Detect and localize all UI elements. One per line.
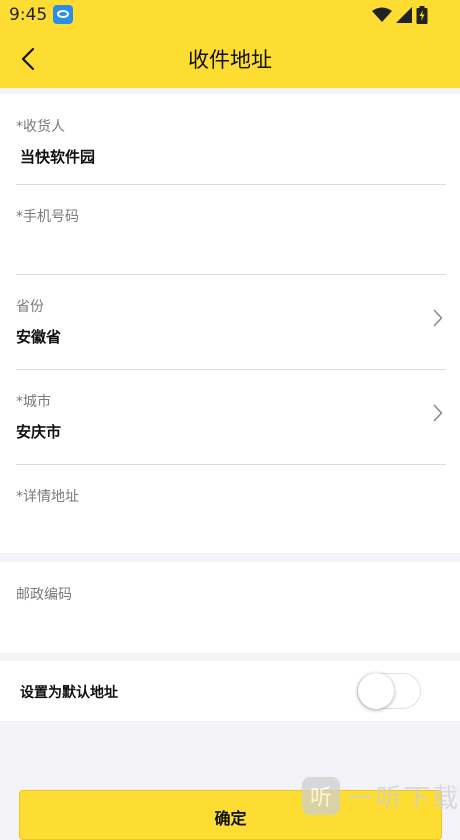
- divider: [16, 369, 446, 370]
- app-notification-icon: [53, 5, 73, 24]
- toggle-knob: [358, 673, 394, 709]
- chevron-right-icon: [430, 403, 446, 423]
- divider: [16, 464, 446, 465]
- default-address-card: 设置为默认地址: [0, 661, 460, 721]
- default-address-label: 设置为默认地址: [20, 685, 118, 701]
- city-value: 安庆市: [16, 423, 62, 441]
- status-time: 9:45: [9, 5, 48, 25]
- detail-address-label: *详情地址: [16, 489, 79, 505]
- divider: [16, 274, 446, 275]
- province-value: 安徽省: [16, 328, 62, 346]
- city-label: *城市: [16, 394, 51, 410]
- receiver-label: *收货人: [16, 119, 65, 135]
- postal-code-label: 邮政编码: [16, 587, 72, 603]
- cell-signal-icon: [396, 7, 412, 23]
- phone-input[interactable]: [16, 232, 430, 260]
- receiver-input[interactable]: [16, 142, 430, 170]
- chevron-right-icon: [430, 308, 446, 328]
- battery-charging-icon: [416, 6, 428, 24]
- province-field[interactable]: 省份 安徽省: [16, 296, 446, 356]
- watermark-text: 一听下载: [348, 783, 460, 814]
- watermark-logo-icon: 听: [302, 777, 340, 815]
- default-address-toggle[interactable]: [357, 673, 421, 709]
- postal-code-card: 邮政编码: [0, 562, 460, 653]
- wifi-icon: [372, 7, 392, 22]
- province-label: 省份: [16, 299, 44, 315]
- status-bar: 9:45: [0, 0, 460, 30]
- city-field[interactable]: *城市 安庆市: [16, 391, 446, 451]
- status-icons: [372, 6, 428, 24]
- page-title: 收件地址: [188, 48, 272, 72]
- detail-address-input[interactable]: [16, 512, 430, 540]
- phone-label: *手机号码: [16, 209, 79, 225]
- watermark: 听 一听下载: [302, 775, 460, 817]
- divider: [16, 184, 446, 185]
- postal-code-input[interactable]: [16, 610, 430, 638]
- header-bar: 收件地址: [0, 30, 460, 88]
- address-form-card: *收货人 *手机号码 省份 安徽省 *城市 安庆市 *详情地址: [0, 94, 460, 553]
